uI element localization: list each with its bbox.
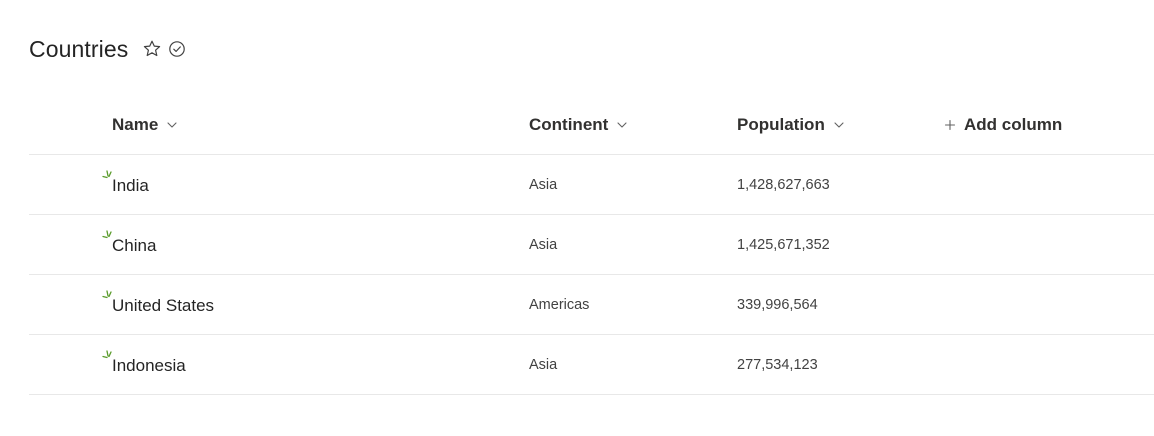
row-name-cell[interactable]: Indonesia [102,335,186,394]
new-item-icon [102,227,114,239]
column-header-label: Population [737,115,825,134]
row-continent: Asia [529,176,558,193]
favorite-star-icon[interactable] [141,38,163,60]
add-column-label: Add column [964,115,1063,134]
row-name-cell[interactable]: India [102,155,149,214]
row-name[interactable]: India [112,174,149,196]
row-population: 277,534,123 [737,356,818,373]
row-name[interactable]: United States [112,294,214,316]
list-row[interactable]: Indonesia Asia 277,534,123 [29,335,1154,395]
list-view: Name Continent Population Add column Ind… [29,96,1154,395]
chevron-down-icon [833,119,845,131]
row-population: 1,428,627,663 [737,176,830,193]
row-continent: Asia [529,356,558,373]
row-name-cell[interactable]: China [102,215,156,274]
row-population: 339,996,564 [737,296,818,313]
column-header-name[interactable]: Name [112,96,178,154]
list-row[interactable]: China Asia 1,425,671,352 [29,215,1154,275]
add-column-button[interactable]: Add column [944,96,1062,154]
column-header-label: Continent [529,115,609,134]
row-name[interactable]: China [112,234,156,256]
row-name-cell[interactable]: United States [102,275,214,334]
new-item-icon [102,287,114,299]
follow-check-icon[interactable] [166,38,188,60]
row-continent: Asia [529,236,558,253]
column-header-label: Name [112,115,159,134]
column-header-population[interactable]: Population [737,96,845,154]
row-name[interactable]: Indonesia [112,354,186,376]
plus-icon [944,119,956,131]
new-item-icon [102,347,114,359]
page-title: Countries [29,35,129,62]
list-header: Countries [29,33,188,65]
row-population: 1,425,671,352 [737,236,830,253]
row-continent: Americas [529,296,590,313]
chevron-down-icon [616,119,628,131]
column-header-row: Name Continent Population Add column [29,96,1154,155]
list-row[interactable]: India Asia 1,428,627,663 [29,155,1154,215]
list-row[interactable]: United States Americas 339,996,564 [29,275,1154,335]
chevron-down-icon [166,119,178,131]
column-header-continent[interactable]: Continent [529,96,628,154]
new-item-icon [102,167,114,179]
